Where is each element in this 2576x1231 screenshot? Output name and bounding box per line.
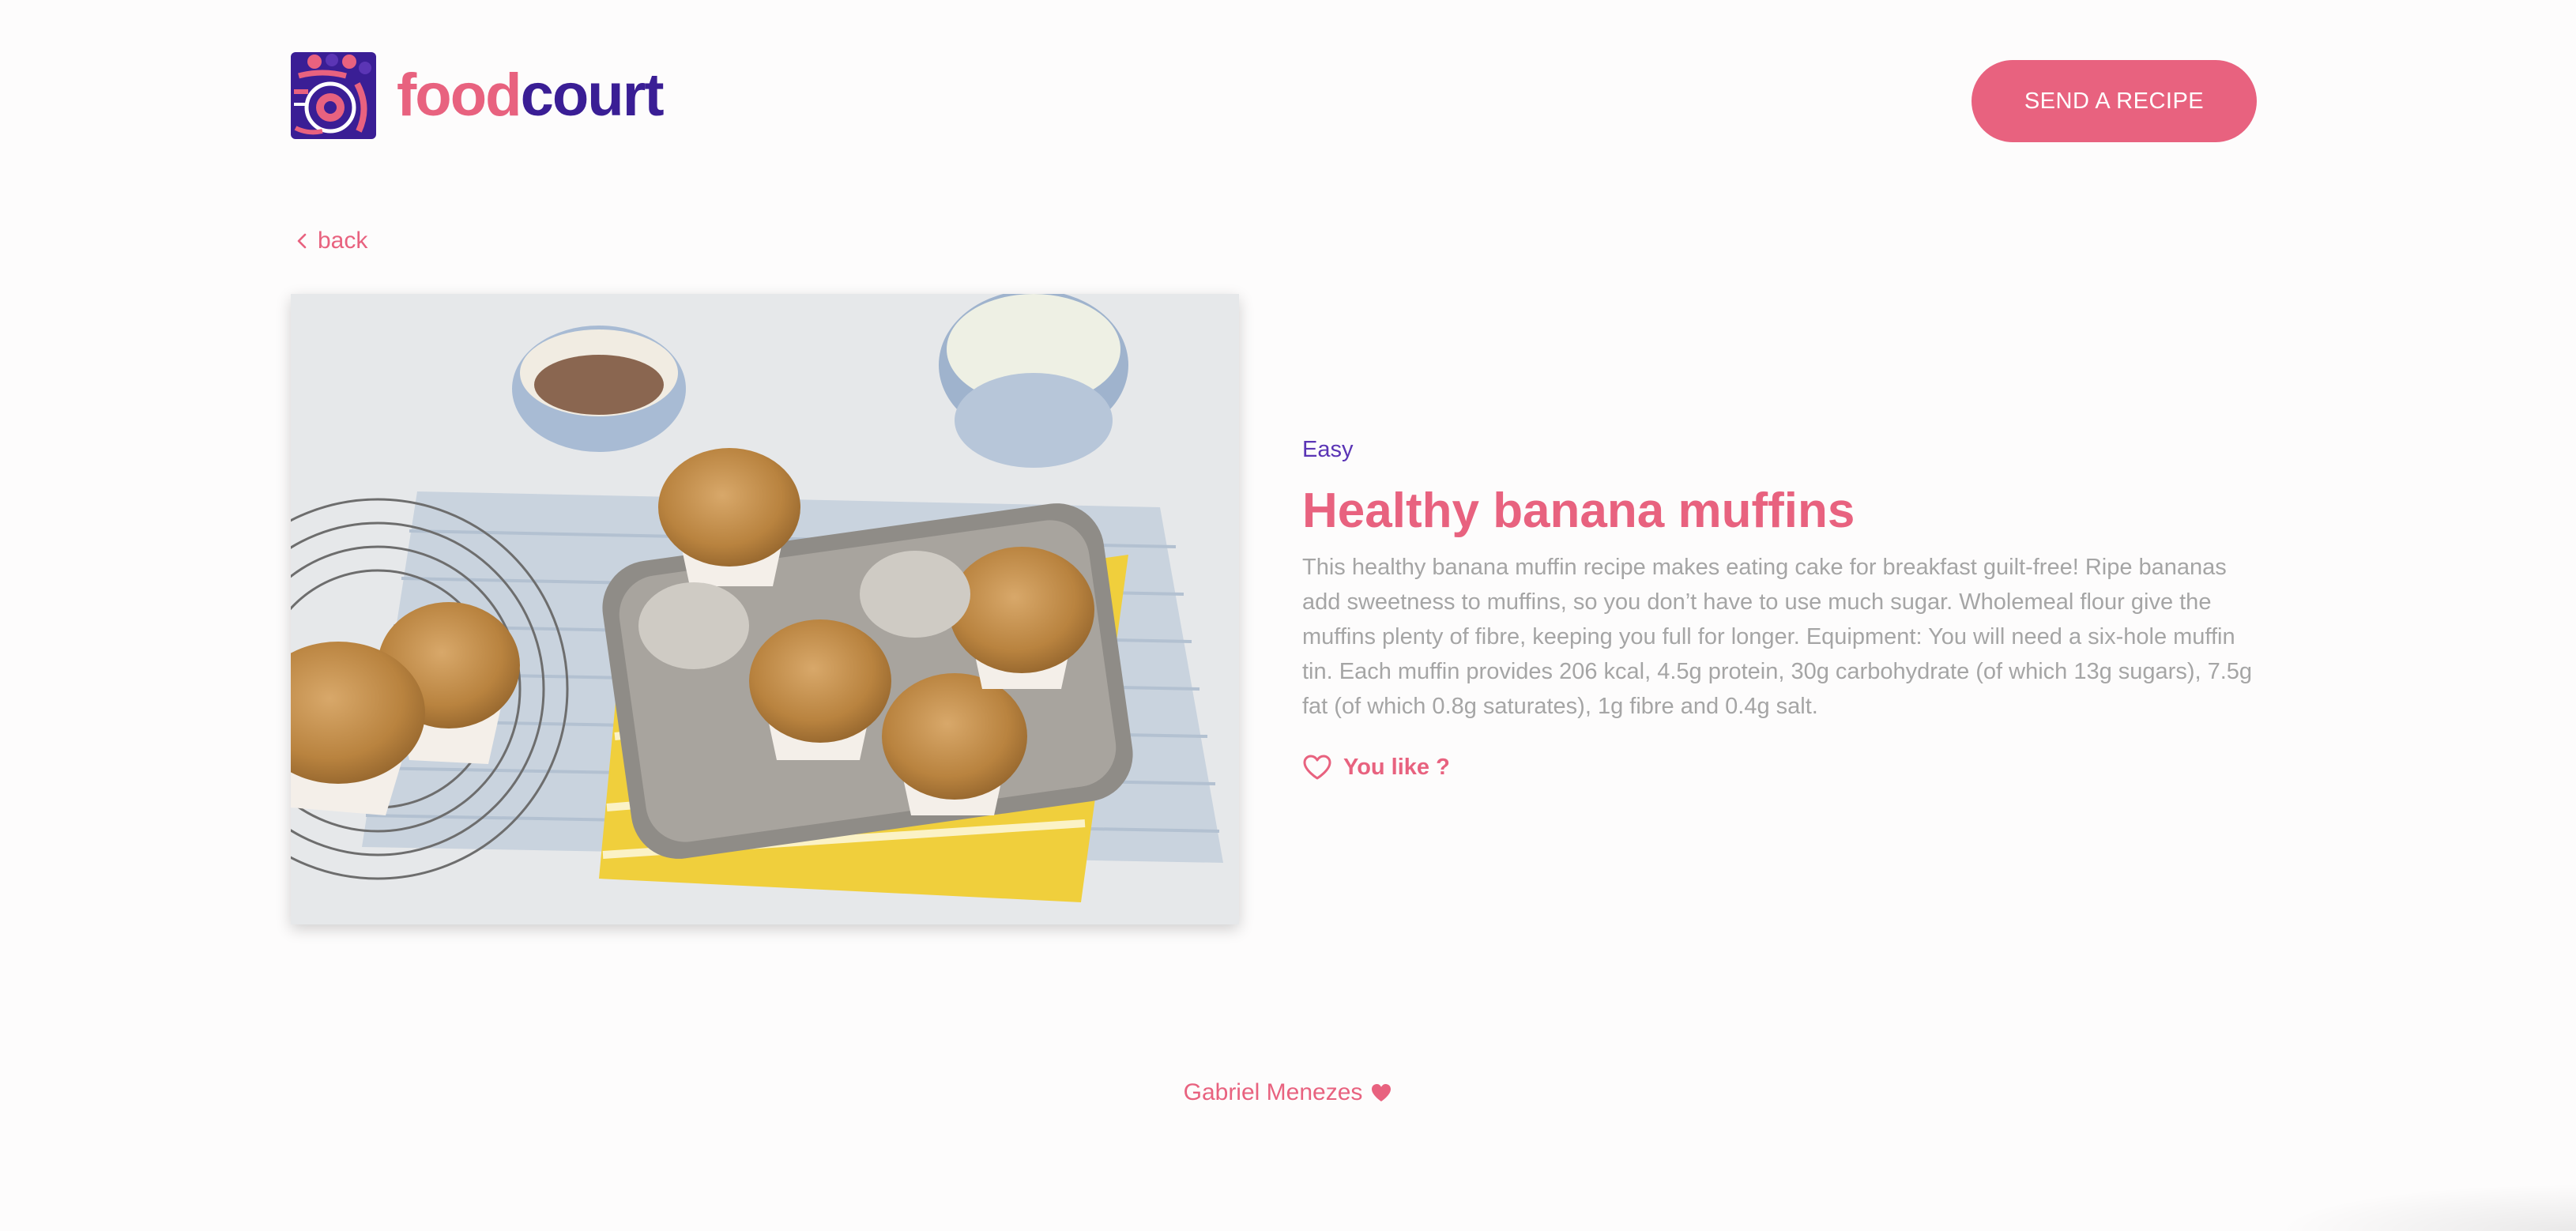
send-recipe-button[interactable]: SEND A RECIPE (1972, 60, 2257, 142)
recipe-description: This healthy banana muffin recipe makes … (1302, 555, 2253, 719)
foodcourt-logo[interactable]: foodcourt (291, 52, 665, 139)
chevron-left-icon (297, 233, 307, 249)
logo-mark-icon (291, 52, 376, 139)
recipe-page: foodcourt SEND A RECIPE back Easy Health… (0, 0, 2576, 1231)
back-label: back (318, 228, 368, 254)
logo-wordmark: foodcourt (397, 66, 665, 126)
difficulty-label: Easy (1302, 437, 1354, 462)
heart-outline-icon (1303, 755, 1331, 780)
recipe-title: Healthy banana muffins (1302, 484, 1855, 538)
recipe-image (291, 294, 1239, 924)
footer: Gabriel Menezes (0, 1079, 2576, 1106)
corner-shadow (2276, 1184, 2576, 1231)
logo-food-text: food (397, 62, 522, 129)
like-label: You like ? (1343, 754, 1450, 780)
like-button[interactable]: You like ? (1302, 754, 1450, 781)
footer-author: Gabriel Menezes (1183, 1079, 1363, 1105)
heart-filled-icon (1372, 1084, 1392, 1101)
back-link[interactable]: back (294, 228, 367, 254)
logo-court-text: court (520, 62, 665, 129)
recipe-info: Easy Healthy banana muffins This healthy… (1302, 433, 2260, 781)
muffins-photo (291, 294, 1239, 924)
